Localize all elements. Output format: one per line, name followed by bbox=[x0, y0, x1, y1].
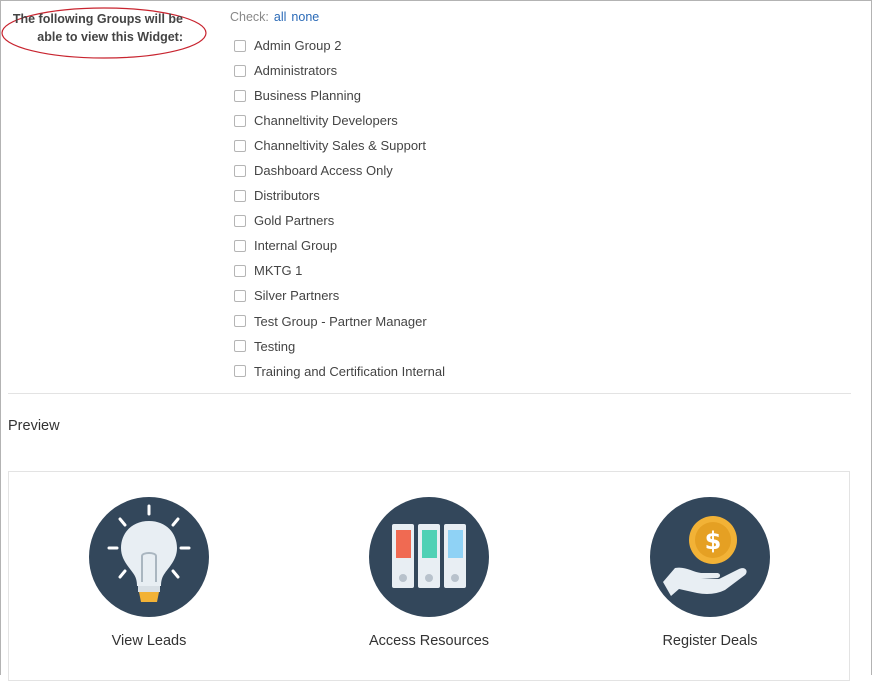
group-item[interactable]: Dashboard Access Only bbox=[234, 158, 445, 183]
group-label: Business Planning bbox=[254, 88, 361, 104]
view-leads-label: View Leads bbox=[111, 633, 187, 649]
group-item[interactable]: Channeltivity Sales & Support bbox=[234, 133, 445, 158]
group-label: Internal Group bbox=[254, 238, 338, 254]
register-deals-label: Register Deals bbox=[662, 633, 758, 649]
group-checkbox[interactable] bbox=[234, 264, 246, 277]
group-checkbox[interactable] bbox=[234, 340, 246, 353]
group-label: Test Group - Partner Manager bbox=[254, 313, 427, 329]
check-label: Check: bbox=[230, 10, 269, 24]
group-checkbox[interactable] bbox=[234, 139, 246, 152]
group-item[interactable]: Channeltivity Developers bbox=[234, 108, 445, 133]
section-divider bbox=[8, 393, 851, 394]
widget-preview: View Leads Access Resources $ Register D… bbox=[8, 471, 850, 681]
group-label: Channeltivity Sales & Support bbox=[254, 138, 426, 154]
group-item[interactable]: Admin Group 2 bbox=[234, 33, 445, 58]
group-checkbox[interactable] bbox=[234, 365, 246, 378]
group-label: Silver Partners bbox=[254, 288, 340, 304]
group-label: Dashboard Access Only bbox=[254, 163, 393, 179]
group-item[interactable]: Administrators bbox=[234, 58, 445, 83]
access-resources-label: Access Resources bbox=[368, 633, 490, 649]
group-checkbox[interactable] bbox=[234, 39, 246, 52]
group-label: Administrators bbox=[254, 63, 338, 79]
group-checkbox[interactable] bbox=[234, 64, 246, 77]
group-checkbox-list: Admin Group 2 Administrators Business Pl… bbox=[234, 33, 445, 384]
group-item[interactable]: Testing bbox=[234, 334, 445, 359]
group-label: Training and Certification Internal bbox=[254, 363, 446, 379]
group-checkbox[interactable] bbox=[234, 189, 246, 202]
group-label: Testing bbox=[254, 338, 296, 354]
access-resources-tile[interactable]: Access Resources bbox=[329, 496, 529, 649]
group-item[interactable]: Silver Partners bbox=[234, 283, 445, 308]
group-item[interactable]: Gold Partners bbox=[234, 208, 445, 233]
group-item[interactable]: Training and Certification Internal bbox=[234, 359, 445, 384]
group-label: Channeltivity Developers bbox=[254, 113, 398, 129]
group-checkbox[interactable] bbox=[234, 164, 246, 177]
binders-icon bbox=[369, 497, 489, 617]
group-label: MKTG 1 bbox=[254, 263, 303, 279]
lightbulb-icon bbox=[89, 497, 209, 617]
group-item[interactable]: Business Planning bbox=[234, 83, 445, 108]
group-label: Gold Partners bbox=[254, 213, 335, 229]
hand-coin-icon: $ bbox=[650, 497, 770, 617]
svg-text:$: $ bbox=[705, 527, 722, 555]
group-checkbox[interactable] bbox=[234, 289, 246, 302]
group-item[interactable]: MKTG 1 bbox=[234, 258, 445, 283]
group-checkbox[interactable] bbox=[234, 214, 246, 227]
register-deals-tile[interactable]: $ Register Deals bbox=[610, 496, 810, 649]
group-item[interactable]: Distributors bbox=[234, 183, 445, 208]
group-checkbox[interactable] bbox=[234, 239, 246, 252]
groups-visibility-label: The following Groups will be able to vie… bbox=[12, 12, 183, 44]
group-label: Admin Group 2 bbox=[254, 38, 342, 54]
preview-heading: Preview bbox=[8, 418, 60, 434]
group-checkbox[interactable] bbox=[234, 114, 246, 127]
group-item[interactable]: Test Group - Partner Manager bbox=[234, 309, 445, 334]
group-checkbox[interactable] bbox=[234, 315, 246, 328]
group-label: Distributors bbox=[254, 188, 320, 204]
check-none-link[interactable]: none bbox=[291, 10, 319, 24]
group-item[interactable]: Internal Group bbox=[234, 233, 445, 258]
check-toolbar: Check: all none bbox=[230, 10, 319, 24]
check-all-link[interactable]: all bbox=[274, 10, 287, 24]
view-leads-tile[interactable]: View Leads bbox=[49, 496, 249, 649]
group-checkbox[interactable] bbox=[234, 89, 246, 102]
